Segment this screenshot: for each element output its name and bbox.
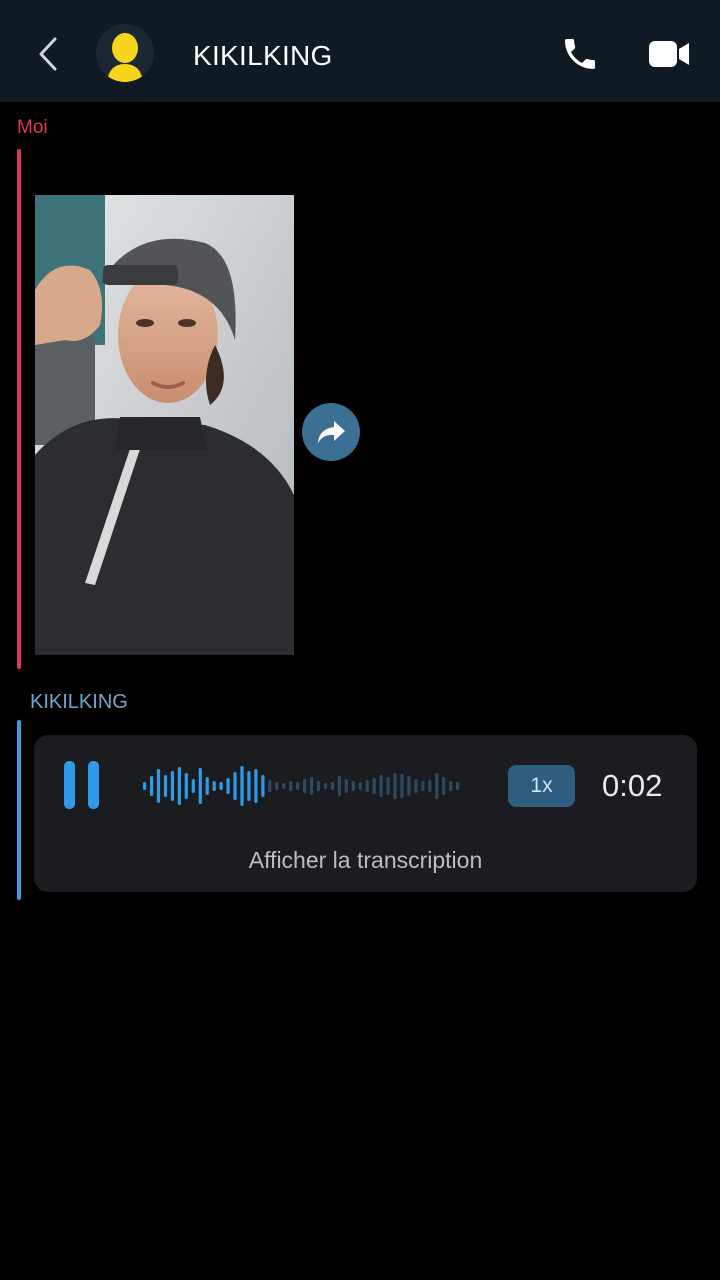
waveform-bar: [442, 777, 446, 795]
waveform-bar: [219, 782, 223, 790]
waveform-bar: [316, 781, 321, 791]
waveform-bar: [372, 778, 376, 794]
sender-label-contact: KIKILKING: [30, 691, 128, 713]
waveform-bar: [198, 768, 202, 804]
sender-label-me: Moi: [17, 117, 48, 138]
waveform-bar: [310, 777, 314, 795]
video-camera-icon: [649, 41, 689, 67]
waveform-bar: [184, 773, 188, 799]
back-button[interactable]: [28, 30, 68, 78]
waveform-bar: [156, 769, 161, 803]
waveform-bar: [170, 771, 174, 801]
waveform-bar: [143, 782, 147, 790]
pause-icon: [64, 761, 75, 809]
chat-header: KIKILKING: [0, 0, 720, 102]
waveform-bar: [414, 779, 418, 793]
waveform-bar: [337, 776, 341, 796]
waveform-bar: [365, 780, 369, 792]
contact-name[interactable]: KIKILKING: [193, 40, 333, 72]
waveform-bar: [393, 773, 397, 799]
waveform-bar: [275, 782, 279, 790]
waveform-bar: [386, 777, 390, 795]
avatar[interactable]: [96, 24, 154, 82]
waveform-bar: [428, 780, 432, 792]
waveform-bar: [296, 782, 300, 790]
waveform-bar: [407, 776, 411, 796]
waveform-bar: [226, 778, 230, 794]
waveform-bar: [358, 782, 362, 790]
back-chevron-icon: [39, 37, 57, 71]
video-call-button[interactable]: [644, 30, 694, 78]
bitmoji-avatar-icon: [107, 33, 143, 82]
waveform-bar: [421, 781, 425, 791]
waveform-bar: [344, 779, 348, 793]
waveform-bar: [379, 775, 383, 797]
waveform-bar: [261, 775, 265, 797]
shared-photo[interactable]: [35, 195, 294, 655]
waveform-bar: [351, 781, 355, 791]
waveform-bar: [240, 766, 244, 806]
waveform-bar: [205, 777, 209, 795]
pause-button[interactable]: [64, 761, 102, 811]
waveform-bar: [150, 776, 154, 796]
waveform-bar: [435, 773, 439, 799]
playback-speed-button[interactable]: 1x: [508, 765, 575, 807]
waveform-bar: [177, 767, 181, 805]
waveform-bar: [282, 783, 286, 789]
message-accent-bar-me: [17, 149, 21, 669]
audio-waveform[interactable]: [142, 761, 462, 811]
voice-duration: 0:02: [602, 768, 663, 803]
waveform-bar: [191, 779, 195, 793]
waveform-bar: [247, 771, 251, 801]
waveform-bar: [449, 781, 453, 791]
waveform-bar: [456, 782, 460, 790]
voice-note-message: 1x 0:02 Afficher la transcription: [34, 735, 697, 892]
waveform-bar: [330, 782, 334, 790]
pause-icon: [88, 761, 99, 809]
waveform-bar: [163, 775, 168, 797]
waveform-bar: [212, 781, 216, 791]
show-transcript-button[interactable]: Afficher la transcription: [34, 847, 697, 874]
waveform-bar: [400, 774, 404, 798]
waveform-bar: [289, 781, 293, 791]
message-accent-bar-contact: [17, 720, 21, 900]
waveform-bar: [254, 769, 258, 803]
waveform-bar: [233, 772, 237, 800]
waveform-bar: [268, 780, 272, 792]
forward-arrow-icon: [318, 421, 345, 443]
waveform-bar: [303, 779, 307, 793]
forward-button[interactable]: [302, 403, 360, 461]
phone-icon: [565, 39, 595, 69]
voice-call-button[interactable]: [556, 30, 604, 78]
photo-image: [35, 195, 294, 655]
waveform-bar: [323, 783, 328, 789]
